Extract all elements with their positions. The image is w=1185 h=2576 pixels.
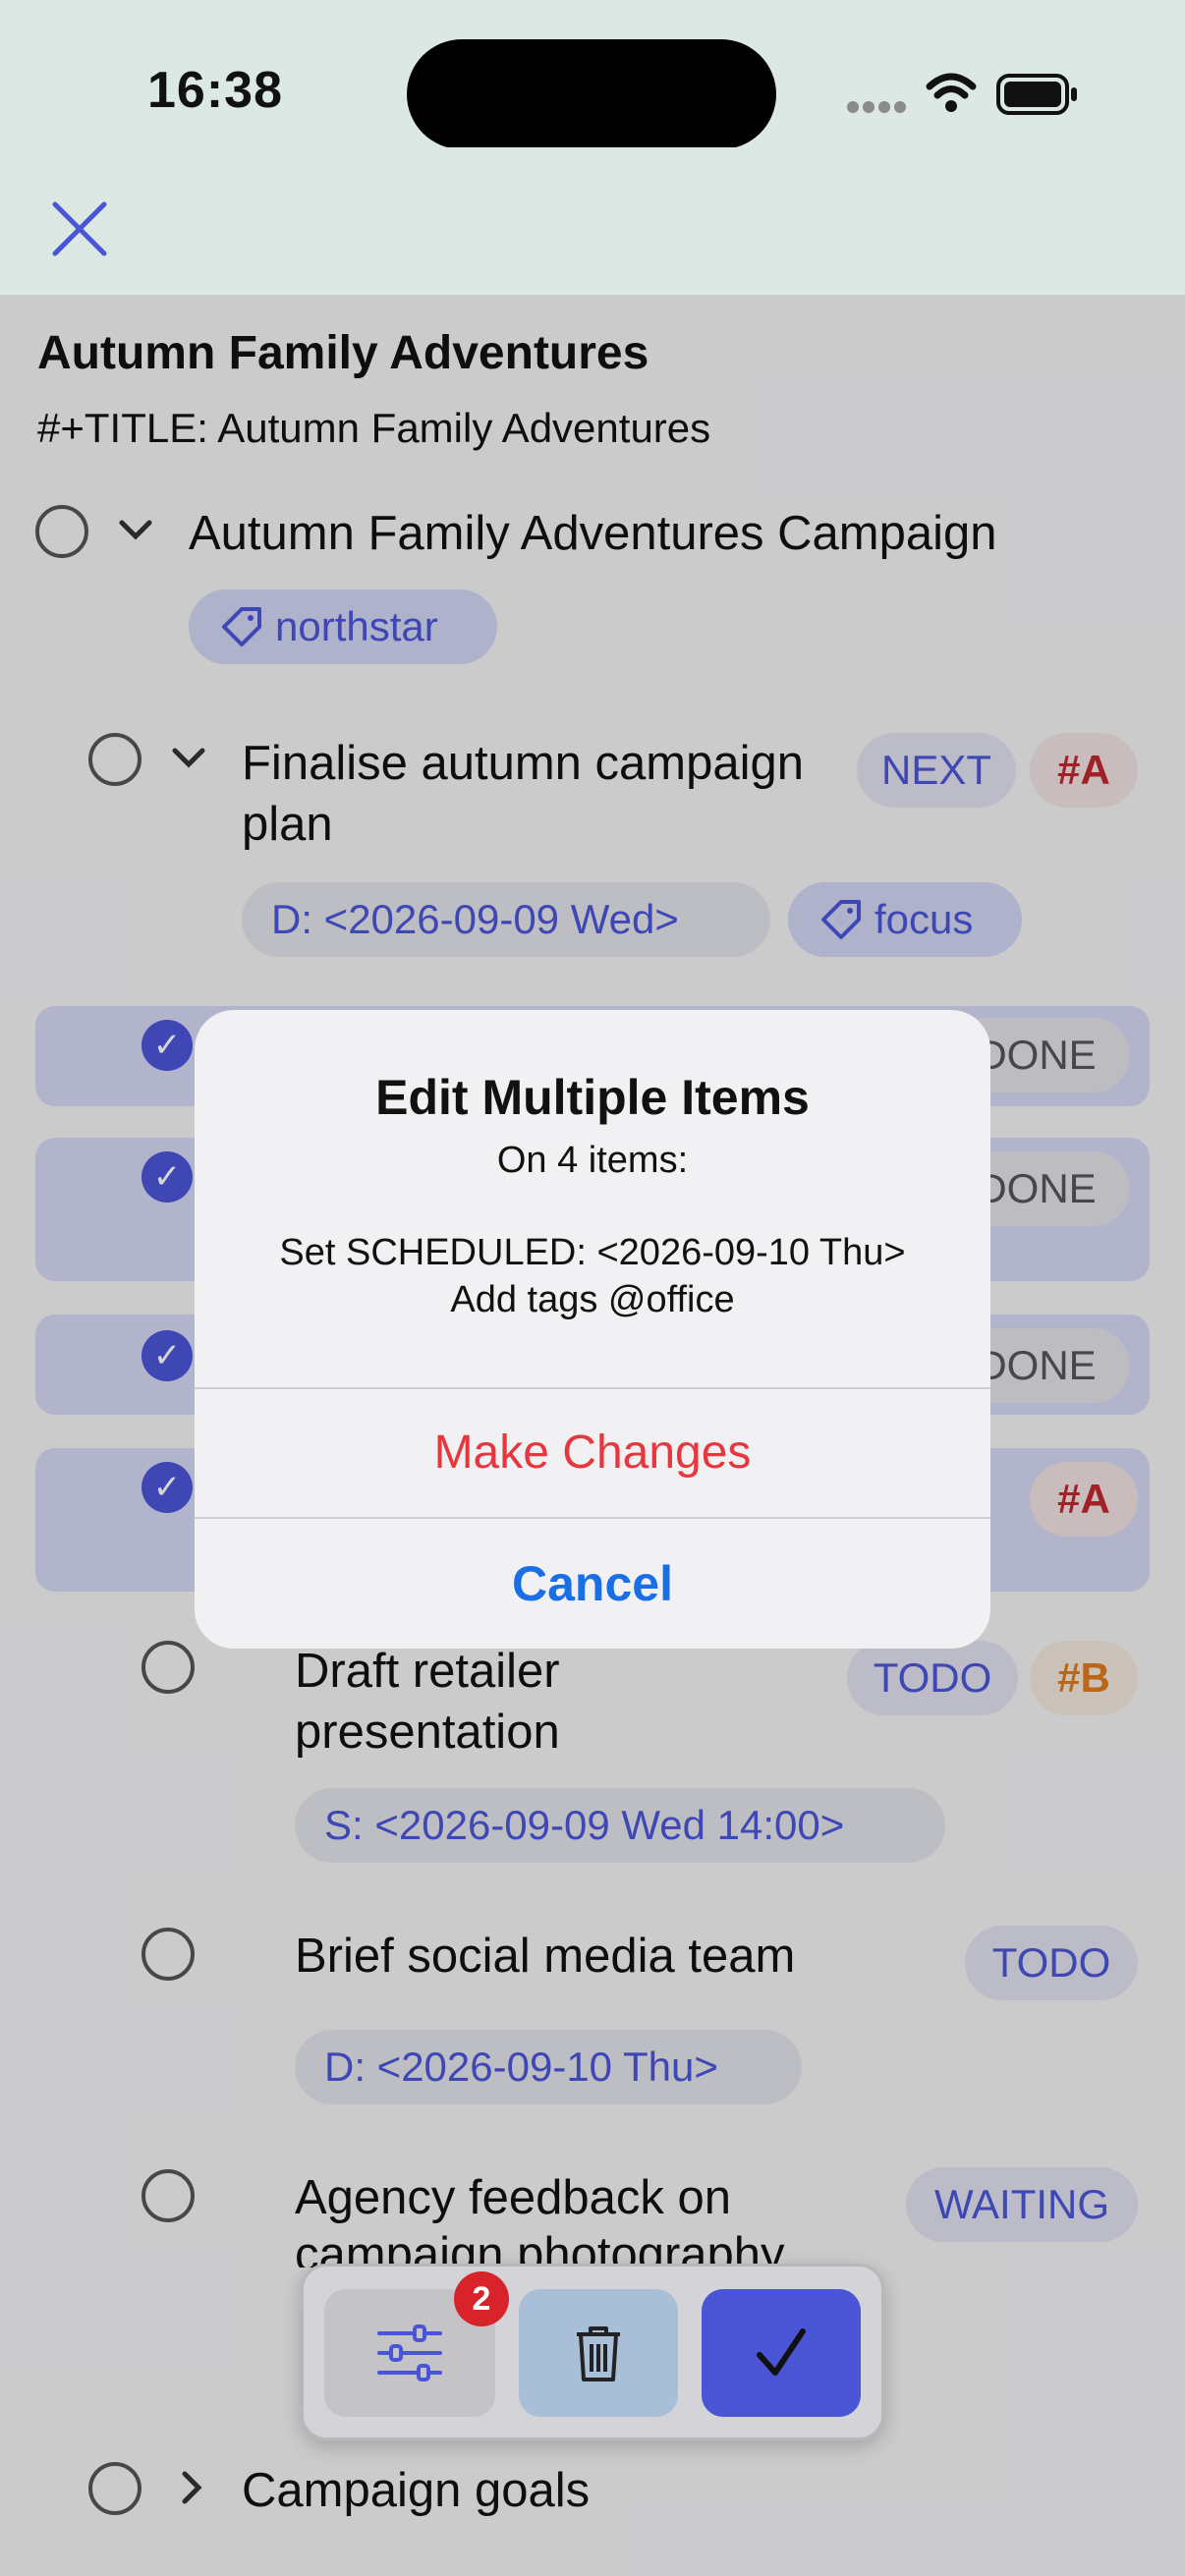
confirm-selection-button[interactable]	[702, 2289, 861, 2417]
battery-icon	[996, 74, 1077, 115]
alert-subtitle: On 4 items:	[496, 1140, 689, 1181]
alert-change-tags: Add tags @office	[450, 1279, 735, 1320]
filter-count-badge: 2	[454, 2271, 509, 2326]
status-time: 16:38	[147, 62, 283, 119]
cellular-dots-icon	[847, 101, 906, 113]
checkmark-icon	[757, 2328, 806, 2376]
wifi-icon	[926, 73, 977, 112]
alert-title: Edit Multiple Items	[375, 1070, 810, 1125]
sliders-icon	[377, 2324, 442, 2381]
make-changes-button[interactable]: Make Changes	[195, 1387, 990, 1517]
delete-button[interactable]	[519, 2289, 678, 2417]
edit-multiple-alert: Edit Multiple Items On 4 items: Set SCHE…	[195, 1010, 990, 1649]
trash-icon	[577, 2326, 620, 2381]
dynamic-island	[407, 39, 776, 149]
close-x-icon[interactable]	[47, 196, 112, 261]
nav-bar	[0, 147, 1185, 297]
alert-change-scheduled: Set SCHEDULED: <2026-09-10 Thu>	[279, 1232, 906, 1273]
cancel-button[interactable]: Cancel	[195, 1519, 990, 1649]
